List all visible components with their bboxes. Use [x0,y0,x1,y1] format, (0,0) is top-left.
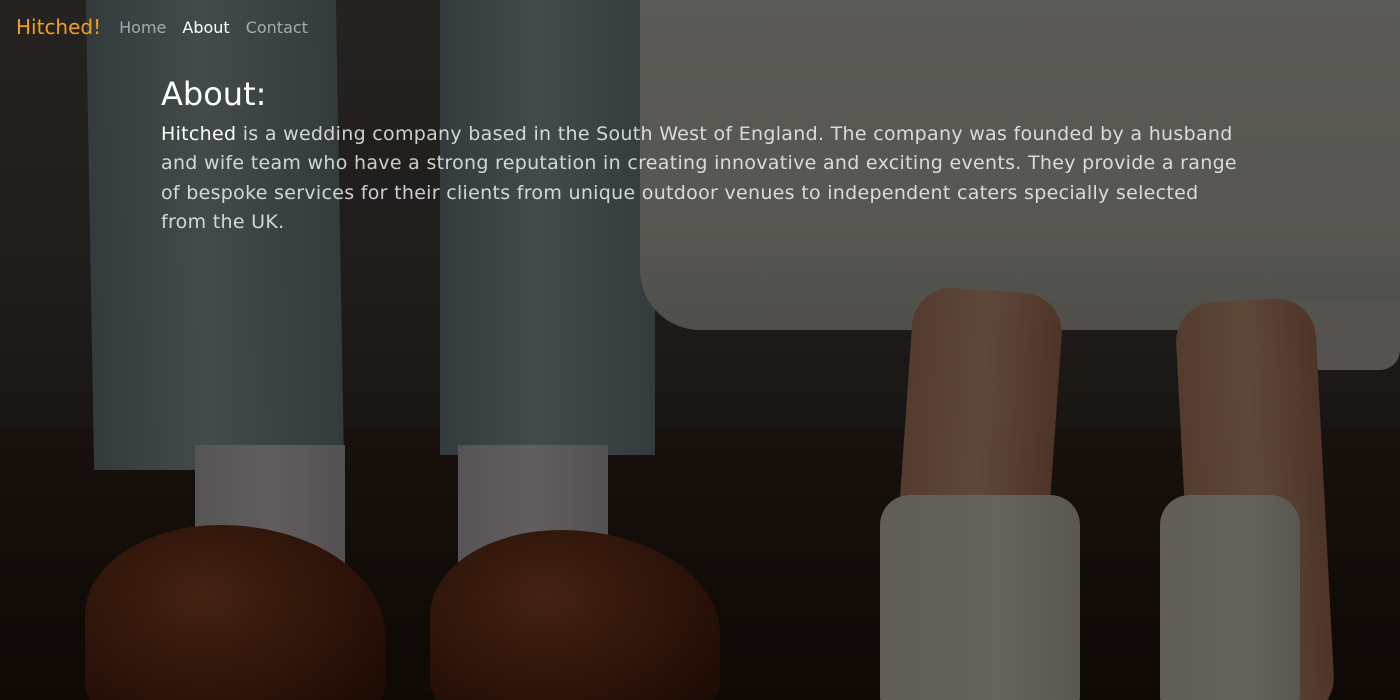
about-paragraph: Hitched is a wedding company based in th… [161,120,1241,237]
nav-link-home[interactable]: Home [119,18,166,37]
nav-link-contact[interactable]: Contact [246,18,308,37]
about-body-text: is a wedding company based in the South … [161,123,1237,233]
brand-link[interactable]: Hitched! [16,15,101,39]
nav-link-about[interactable]: About [182,18,229,37]
navbar: Hitched! Home About Contact [0,0,1400,54]
about-section: About: Hitched is a wedding company base… [161,74,1241,237]
page-title: About: [161,75,267,113]
company-name: Hitched [161,123,237,145]
